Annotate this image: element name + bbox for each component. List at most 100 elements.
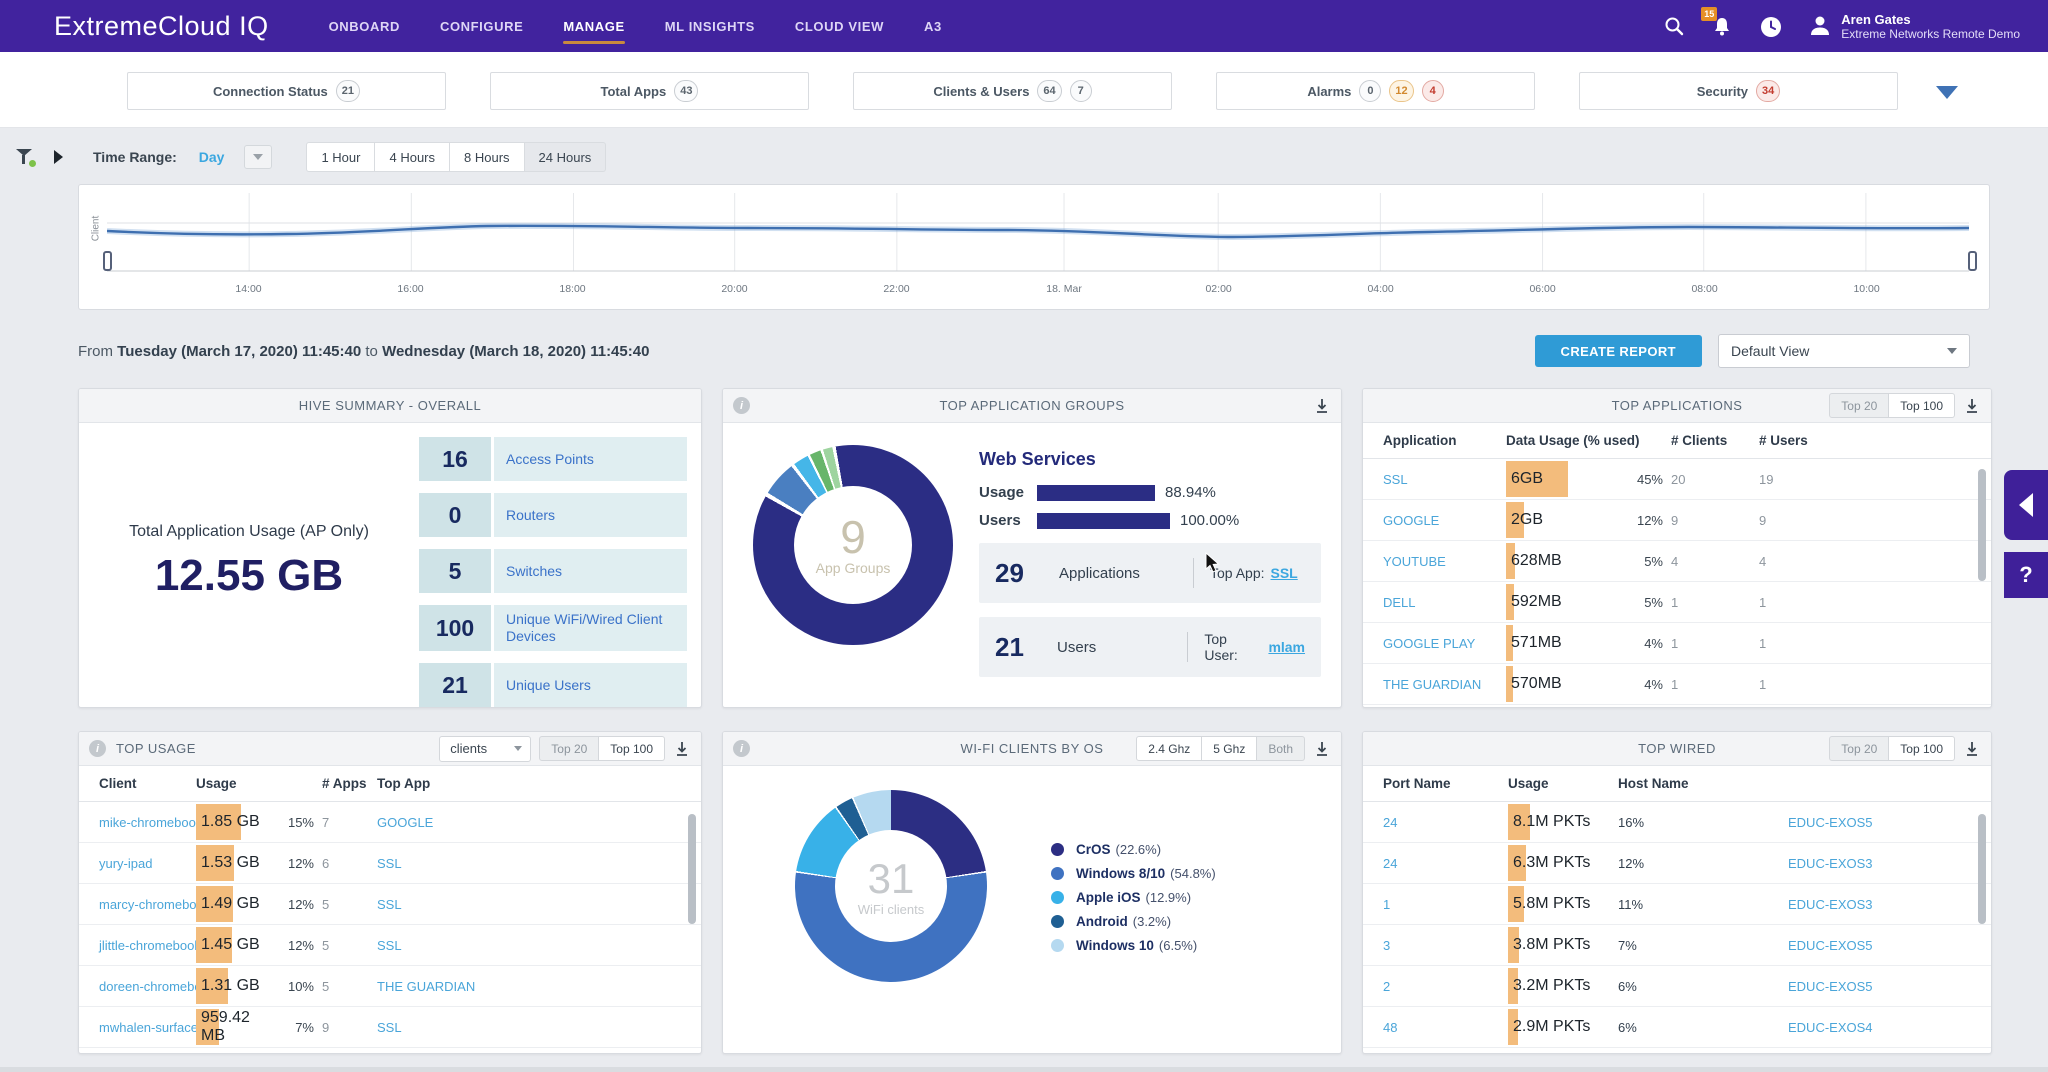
filter-funnel-icon[interactable] — [16, 149, 34, 165]
table-row[interactable]: 24 6.3M PKTs 12% EDUC-EXOS3 — [1363, 843, 1991, 884]
status-tab-clients-users[interactable]: Clients & Users 64 7 — [853, 72, 1172, 110]
status-tab-total-apps[interactable]: Total Apps 43 — [490, 72, 809, 110]
application-link[interactable]: YOUTUBE — [1383, 554, 1506, 569]
brand-logo[interactable]: ExtremeCloud IQ — [54, 11, 269, 42]
download-icon[interactable] — [1313, 740, 1331, 758]
create-report-button[interactable]: CREATE REPORT — [1535, 335, 1702, 367]
range-button-1-hour[interactable]: 1 Hour — [306, 142, 375, 172]
top-app-link[interactable]: GOOGLE — [377, 815, 677, 830]
port-link[interactable]: 1 — [1383, 897, 1508, 912]
download-icon[interactable] — [1313, 397, 1331, 415]
application-link[interactable]: THE GUARDIAN — [1383, 677, 1506, 692]
help-button[interactable]: ? — [2004, 552, 2048, 598]
top-100-button[interactable]: Top 100 — [1889, 393, 1955, 418]
table-row[interactable]: GOOGLE PLAY 571MB 4% 1 1 — [1363, 623, 1991, 664]
client-link[interactable]: jlittle-chromebook — [99, 938, 196, 953]
expand-filters-icon[interactable] — [54, 150, 63, 164]
time-range-value[interactable]: Day — [199, 149, 225, 165]
legend-item-android[interactable]: Android 3.2% — [1051, 914, 1216, 929]
collapse-panel-caret-icon[interactable] — [1936, 86, 1958, 99]
top-app-link[interactable]: SSL — [377, 938, 677, 953]
range-button-4-hours[interactable]: 4 Hours — [375, 142, 450, 172]
table-row[interactable]: yury-ipad 1.53 GB 12% 6 SSL — [79, 843, 701, 884]
timeline-right-drag-handle[interactable] — [1968, 251, 1977, 271]
table-scrollbar[interactable] — [688, 814, 696, 924]
table-row[interactable]: DELL 592MB 5% 1 1 — [1363, 582, 1991, 623]
client-link[interactable]: doreen-chromebook — [99, 979, 196, 994]
legend-item-apple-ios[interactable]: Apple iOS 12.9% — [1051, 890, 1216, 905]
port-link[interactable]: 48 — [1383, 1020, 1508, 1035]
timeline-left-drag-handle[interactable] — [103, 251, 112, 271]
port-link[interactable]: 24 — [1383, 856, 1508, 871]
table-row[interactable]: jlittle-chromebook 1.45 GB 12% 5 SSL — [79, 925, 701, 966]
client-link[interactable]: mwhalen-surface — [99, 1020, 196, 1035]
stat-row-access-points[interactable]: 16 Access Points — [419, 437, 687, 481]
top-100-button[interactable]: Top 100 — [599, 736, 665, 761]
host-link[interactable]: EDUC-EXOS3 — [1708, 856, 1967, 871]
application-link[interactable]: DELL — [1383, 595, 1506, 610]
time-range-dropdown[interactable] — [244, 145, 272, 169]
top-user-link[interactable]: mlam — [1268, 639, 1305, 655]
table-row[interactable]: doreen-chromebook 1.31 GB 10% 5 THE GUAR… — [79, 966, 701, 1007]
stat-row-unique-clients[interactable]: 100 Unique WiFi/Wired Client Devices — [419, 605, 687, 651]
search-icon[interactable] — [1663, 15, 1685, 37]
table-row[interactable]: SSL 6GB 45% 20 19 — [1363, 459, 1991, 500]
top-app-link[interactable]: SSL — [377, 897, 677, 912]
timeline-plot[interactable] — [107, 193, 1969, 279]
table-row[interactable]: mwhalen-surface 959.42 MB 7% 9 SSL — [79, 1007, 701, 1048]
info-icon[interactable]: i — [733, 740, 750, 757]
wifi-os-donut-chart[interactable]: 31 WiFi clients — [795, 790, 987, 982]
legend-item-windows-8-10[interactable]: Windows 8/10 54.8% — [1051, 866, 1216, 881]
table-row[interactable]: GOOGLE 2GB 12% 9 9 — [1363, 500, 1991, 541]
status-tab-security[interactable]: Security 34 — [1579, 72, 1898, 110]
client-link[interactable]: mike-chromebook — [99, 815, 196, 830]
table-scrollbar[interactable] — [1978, 814, 1986, 924]
view-select-dropdown[interactable]: Default View — [1718, 334, 1970, 368]
table-row[interactable]: 2 3.2M PKTs 6% EDUC-EXOS5 — [1363, 966, 1991, 1007]
nav-item-configure[interactable]: CONFIGURE — [440, 0, 523, 52]
top-20-button[interactable]: Top 20 — [1829, 736, 1889, 761]
nav-item-cloud-view[interactable]: CLOUD VIEW — [795, 0, 884, 52]
table-row[interactable]: 48 2.9M PKTs 6% EDUC-EXOS4 — [1363, 1007, 1991, 1048]
host-link[interactable]: EDUC-EXOS5 — [1708, 815, 1967, 830]
table-row[interactable]: YOUTUBE 628MB 5% 4 4 — [1363, 541, 1991, 582]
application-link[interactable]: GOOGLE — [1383, 513, 1506, 528]
table-row[interactable]: 1 5.8M PKTs 11% EDUC-EXOS3 — [1363, 884, 1991, 925]
top-100-button[interactable]: Top 100 — [1889, 736, 1955, 761]
status-tab-connection[interactable]: Connection Status 21 — [127, 72, 446, 110]
table-row[interactable]: marcy-chromebook 1.49 GB 12% 5 SSL — [79, 884, 701, 925]
band-2-4ghz-button[interactable]: 2.4 Ghz — [1136, 736, 1202, 761]
usage-type-select[interactable]: clients — [439, 736, 531, 762]
recent-activity-clock-icon[interactable] — [1759, 15, 1781, 37]
table-row[interactable]: THE GUARDIAN 570MB 4% 1 1 — [1363, 664, 1991, 705]
nav-item-ml-insights[interactable]: ML INSIGHTS — [665, 0, 755, 52]
download-icon[interactable] — [1963, 740, 1981, 758]
host-link[interactable]: EDUC-EXOS5 — [1708, 979, 1967, 994]
slide-out-panel-tab[interactable] — [2004, 470, 2048, 540]
download-icon[interactable] — [1963, 397, 1981, 415]
legend-item-cros[interactable]: CrOS 22.6% — [1051, 842, 1216, 857]
top-app-link[interactable]: SSL — [377, 1020, 677, 1035]
nav-item-manage[interactable]: MANAGE — [563, 0, 624, 52]
app-groups-donut-chart[interactable]: 9 App Groups — [753, 445, 953, 645]
host-link[interactable]: EDUC-EXOS5 — [1708, 938, 1967, 953]
table-row[interactable]: 3 3.8M PKTs 7% EDUC-EXOS5 — [1363, 925, 1991, 966]
range-button-24-hours[interactable]: 24 Hours — [525, 142, 607, 172]
band-5ghz-button[interactable]: 5 Ghz — [1202, 736, 1257, 761]
application-link[interactable]: GOOGLE PLAY — [1383, 636, 1506, 651]
status-tab-alarms[interactable]: Alarms 0 12 4 — [1216, 72, 1535, 110]
info-icon[interactable]: i — [733, 397, 750, 414]
download-icon[interactable] — [673, 740, 691, 758]
stat-row-unique-users[interactable]: 21 Unique Users — [419, 663, 687, 707]
stat-row-routers[interactable]: 0 Routers — [419, 493, 687, 537]
client-link[interactable]: yury-ipad — [99, 856, 196, 871]
notifications-bell-icon[interactable]: 15 — [1711, 15, 1733, 37]
band-both-button[interactable]: Both — [1257, 736, 1305, 761]
host-link[interactable]: EDUC-EXOS3 — [1708, 897, 1967, 912]
table-scrollbar[interactable] — [1978, 469, 1986, 581]
top-20-button[interactable]: Top 20 — [1829, 393, 1889, 418]
top-app-link[interactable]: SSL — [377, 856, 677, 871]
top-app-link[interactable]: THE GUARDIAN — [377, 979, 677, 994]
stat-row-switches[interactable]: 5 Switches — [419, 549, 687, 593]
info-icon[interactable]: i — [89, 740, 106, 757]
